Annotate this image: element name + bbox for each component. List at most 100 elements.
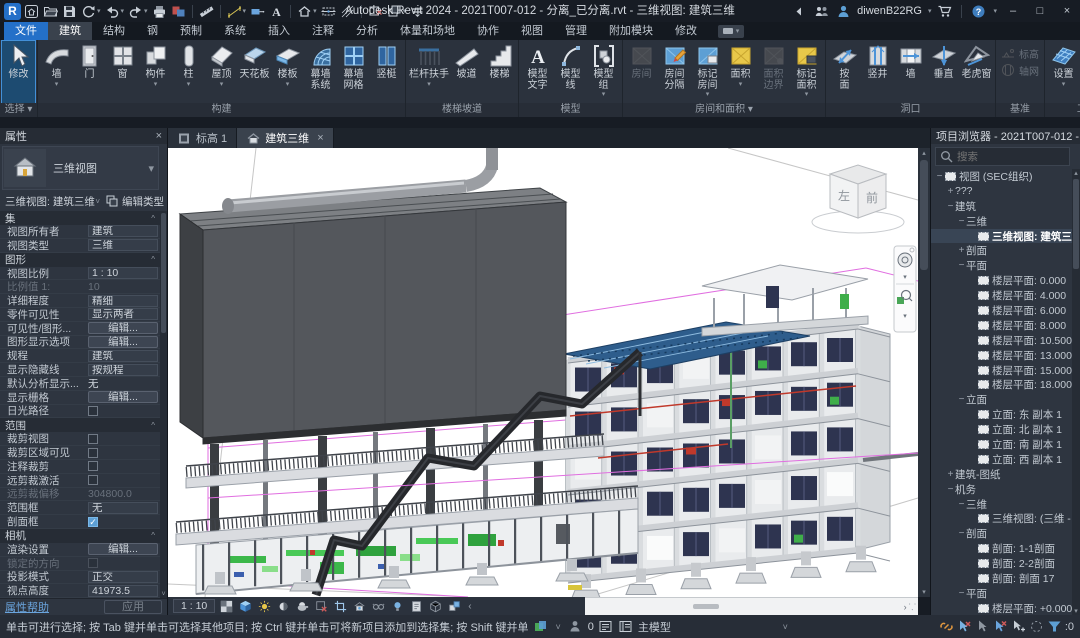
- drawing-area[interactable]: 左前▾▾: [168, 148, 918, 597]
- tree-item[interactable]: 楼层平面: 18.000: [931, 377, 1072, 392]
- canvas-horizontal-scrollbar[interactable]: › ⸪: [585, 597, 918, 615]
- tree-expand-icon[interactable]: −: [946, 201, 955, 212]
- tree-expand-icon[interactable]: −: [957, 499, 966, 510]
- redo-icon[interactable]: ▾: [127, 2, 149, 20]
- tree-expand-icon[interactable]: −: [935, 171, 944, 182]
- ribbon-tab-体量和场地[interactable]: 体量和场地: [389, 22, 466, 40]
- level-button[interactable]: 标高: [1001, 45, 1039, 61]
- property-value[interactable]: [88, 406, 98, 416]
- tree-item[interactable]: 立面: 北 副本 1: [931, 422, 1072, 437]
- type-selector[interactable]: 三维视图 ▾: [2, 146, 159, 190]
- property-value[interactable]: ✓: [88, 517, 98, 527]
- view-tab-标高 1[interactable]: 标高 1: [168, 128, 237, 148]
- browser-scrollbar[interactable]: ▴▾: [1072, 169, 1080, 615]
- property-value[interactable]: [88, 558, 98, 568]
- viewcube-front-label[interactable]: 前: [866, 190, 878, 205]
- property-value[interactable]: 精细: [88, 295, 158, 307]
- canvas-vertical-scrollbar[interactable]: ▴▾: [918, 148, 930, 597]
- tree-item[interactable]: −三维: [931, 497, 1072, 512]
- tree-item[interactable]: −建筑: [931, 199, 1072, 214]
- ribbon-tab-建筑[interactable]: 建筑: [48, 22, 92, 40]
- property-value[interactable]: 1 : 10: [88, 267, 158, 279]
- opening-vertical-button[interactable]: 垂直: [927, 41, 960, 103]
- help-icon[interactable]: ?: [970, 2, 987, 20]
- worksets-dialog-icon[interactable]: [618, 619, 634, 634]
- properties-close-icon[interactable]: ×: [156, 130, 162, 142]
- render-icon[interactable]: [294, 598, 311, 614]
- tree-item[interactable]: 剖面: 2-2剖面: [931, 556, 1072, 571]
- model-group-button[interactable]: 模型 组▾: [587, 41, 620, 103]
- ceiling-button[interactable]: 天花板: [238, 41, 271, 103]
- ribbon-tab-视图[interactable]: 视图: [510, 22, 554, 40]
- open-icon[interactable]: [42, 2, 59, 20]
- restore-button[interactable]: □: [1029, 5, 1051, 17]
- properties-section-图形[interactable]: 图形^: [0, 253, 160, 267]
- modify-button[interactable]: 修改: [2, 41, 35, 103]
- ribbon-tab-钢[interactable]: 钢: [136, 22, 169, 40]
- wall-button[interactable]: 墙▾: [40, 41, 73, 103]
- door-button[interactable]: 门: [73, 41, 106, 103]
- tree-item[interactable]: −视图 (SEC组织): [931, 169, 1072, 184]
- search-input[interactable]: [957, 151, 1066, 163]
- aligned-dimension-icon[interactable]: ▾: [226, 2, 248, 20]
- temporary-hide-icon[interactable]: [389, 598, 406, 614]
- tree-item[interactable]: 三维视图: (三维 -: [931, 511, 1072, 526]
- opening-face-button[interactable]: 按 面: [828, 41, 861, 103]
- crop-region-icon[interactable]: [332, 598, 349, 614]
- area-tag-button[interactable]: 标记 面积▾: [790, 41, 823, 103]
- sync-icon[interactable]: ▾: [80, 2, 102, 20]
- tree-item[interactable]: 楼层平面: 15.000: [931, 363, 1072, 378]
- user-avatar-icon[interactable]: [835, 2, 852, 20]
- worksets-icon[interactable]: [568, 619, 584, 634]
- crop-view-icon[interactable]: [313, 598, 330, 614]
- ribbon-tab-文件[interactable]: 文件: [4, 22, 48, 40]
- detail-level-icon[interactable]: [218, 598, 235, 614]
- editable-only-icon[interactable]: [939, 619, 955, 634]
- tree-expand-icon[interactable]: −: [957, 260, 966, 271]
- mullion-button[interactable]: 竖梃: [370, 41, 403, 103]
- workplane-set-button[interactable]: 设置▾: [1047, 41, 1080, 103]
- model-line-button[interactable]: 模型 线: [554, 41, 587, 103]
- view-properties-icon[interactable]: [408, 598, 425, 614]
- property-value[interactable]: [88, 461, 98, 471]
- tree-item[interactable]: 剖面: 1-1剖面: [931, 541, 1072, 556]
- view-tab-建筑三维[interactable]: 建筑三维×: [237, 128, 333, 148]
- default-3d-view-icon[interactable]: ▾: [296, 2, 318, 20]
- text-icon[interactable]: A: [268, 2, 285, 20]
- ribbon-tab-管理[interactable]: 管理: [554, 22, 598, 40]
- tree-item[interactable]: −三维: [931, 214, 1072, 229]
- sun-path-icon[interactable]: [256, 598, 273, 614]
- visual-style-icon[interactable]: [237, 598, 254, 614]
- resize-grip-icon[interactable]: ⸪: [909, 600, 918, 613]
- tree-expand-icon[interactable]: −: [957, 588, 966, 599]
- property-value[interactable]: 三维: [88, 239, 158, 251]
- tree-item[interactable]: −机务: [931, 482, 1072, 497]
- app-store-cart-icon[interactable]: [936, 2, 953, 20]
- tree-item[interactable]: −平面: [931, 258, 1072, 273]
- area-boundary-button[interactable]: 面积 边界: [757, 41, 790, 103]
- select-by-face-icon[interactable]: [1011, 619, 1027, 634]
- view-tab-close-icon[interactable]: ×: [317, 132, 323, 144]
- tree-expand-icon[interactable]: +: [946, 469, 955, 480]
- tree-item[interactable]: +???: [931, 184, 1072, 199]
- apply-button[interactable]: 应用: [104, 600, 162, 614]
- properties-section-相机[interactable]: 相机^: [0, 529, 160, 543]
- close-button[interactable]: ×: [1056, 5, 1078, 17]
- select-links-icon[interactable]: [957, 619, 973, 634]
- print-icon[interactable]: [151, 2, 168, 20]
- properties-section-范围[interactable]: 范围^: [0, 418, 160, 432]
- tree-item[interactable]: 立面: 南 副本 1: [931, 437, 1072, 452]
- select-underlay-icon[interactable]: [975, 619, 991, 634]
- property-value[interactable]: 编辑...: [88, 391, 158, 403]
- drag-on-selection-icon[interactable]: [1029, 619, 1045, 634]
- analysis-model-icon[interactable]: [427, 598, 444, 614]
- tree-item[interactable]: 楼层平面: 10.500: [931, 333, 1072, 348]
- ribbon-tab-插入[interactable]: 插入: [257, 22, 301, 40]
- opening-wall-button[interactable]: 墙: [894, 41, 927, 103]
- stair-button[interactable]: 楼梯: [483, 41, 516, 103]
- tree-item[interactable]: 楼层平面: 4.000: [931, 288, 1072, 303]
- transfer-project-icon[interactable]: [170, 2, 187, 20]
- property-value[interactable]: 建筑: [88, 225, 158, 237]
- room-tag-button[interactable]: 标记 房间▾: [691, 41, 724, 103]
- tree-item[interactable]: 立面: 西 副本 1: [931, 452, 1072, 467]
